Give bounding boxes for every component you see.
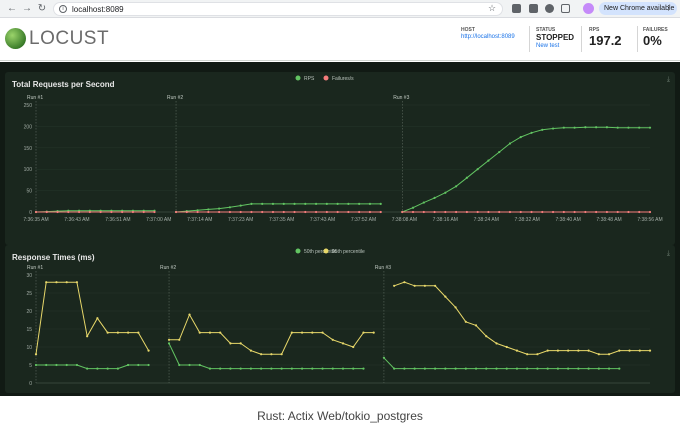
y-tick-label: 15 [26, 327, 32, 333]
x-tick-label: 7:38:08 AM [392, 217, 417, 223]
rps-stat: RPS 197.2 [589, 27, 622, 48]
y-tick-label: 100 [24, 167, 33, 173]
x-tick-label: 7:37:35 AM [269, 217, 294, 223]
y-tick-label: 250 [24, 103, 33, 109]
url-text: localhost:8089 [72, 5, 124, 14]
failures-stat: FAILURES 0% [643, 27, 668, 48]
host-stat: HOST http://localhost:8089 [461, 27, 515, 41]
y-tick-label: 20 [26, 309, 32, 315]
back-icon[interactable]: ← [6, 2, 18, 16]
series-line [175, 203, 381, 213]
host-link[interactable]: http://localhost:8089 [461, 33, 515, 41]
more-menu-icon[interactable]: ⋮ [665, 2, 672, 15]
run-label: Run #2 [160, 265, 176, 271]
run-label: Run #2 [167, 95, 183, 101]
x-tick-label: 7:37:43 AM [310, 217, 335, 223]
locust-header: LOCUST HOST http://localhost:8089 STATUS… [0, 18, 680, 61]
address-bar[interactable]: i localhost:8089 [53, 2, 503, 16]
failures-value: 0% [643, 33, 662, 48]
rps-chart: RPS Failures/s 0 50 100 150 200 250 7:36:35 AM 7:… [23, 75, 663, 223]
x-tick-label: 7:38:56 AM [637, 217, 662, 223]
reload-icon[interactable]: ↻ [36, 2, 48, 16]
rps-value: 197.2 [589, 33, 622, 48]
run-label: Run #3 [375, 265, 391, 271]
y-tick-label: 30 [26, 273, 32, 279]
legend-marker [323, 248, 329, 254]
locust-logo-icon [5, 28, 26, 49]
x-tick-label: 7:37:14 AM [187, 217, 212, 223]
profile-avatar[interactable] [583, 3, 594, 14]
x-tick-label: 7:38:40 AM [555, 217, 580, 223]
legend-marker [323, 75, 329, 81]
y-tick-label: 25 [26, 291, 32, 297]
series-line [402, 126, 650, 213]
legend-label: RPS [304, 76, 315, 82]
legend-label: Failures/s [332, 76, 354, 82]
run-label: Run #1 [27, 95, 43, 101]
extension-icon[interactable] [529, 4, 538, 13]
y-tick-label: 10 [26, 345, 32, 351]
legend-label: 95th percentile [332, 249, 365, 255]
extensions-puzzle-icon[interactable] [561, 4, 570, 13]
bookmark-star-icon[interactable]: ☆ [488, 2, 496, 14]
y-tick-label: 0 [29, 381, 32, 387]
x-tick-label: 7:37:52 AM [351, 217, 376, 223]
x-tick-label: 7:36:51 AM [105, 217, 130, 223]
run-label: Run #3 [393, 95, 409, 101]
extension-icon[interactable] [545, 4, 554, 13]
logo-text: LOCUST [29, 28, 110, 49]
y-tick-label: 200 [24, 124, 33, 130]
update-chrome-button[interactable]: New Chrome available ⋮ [599, 2, 677, 15]
site-info-icon[interactable]: i [59, 5, 67, 13]
update-chrome-label: New Chrome available [604, 5, 675, 12]
response-times-chart: 50th percentile95th percentile0510152025… [26, 248, 652, 387]
caption: Rust: Actix Web/tokio_postgres [257, 409, 423, 423]
new-test-link[interactable]: New test [536, 42, 574, 50]
x-tick-label: 7:38:16 AM [433, 217, 458, 223]
x-tick-label: 7:38:48 AM [596, 217, 621, 223]
series-line [36, 364, 149, 370]
run-label: Run #1 [27, 265, 43, 271]
x-tick-label: 7:37:00 AM [146, 217, 171, 223]
series-line [169, 313, 374, 355]
legend-marker [295, 248, 301, 254]
divider [581, 26, 582, 52]
x-tick-label: 7:37:23 AM [228, 217, 253, 223]
divider [529, 26, 530, 52]
x-tick-label: 7:38:32 AM [515, 217, 540, 223]
rps-chart-panel: Total Requests per Second ⤓ RPS Failures/… [5, 72, 675, 245]
x-tick-label: 7:36:43 AM [64, 217, 89, 223]
x-tick-label: 7:38:24 AM [474, 217, 499, 223]
y-tick-label: 5 [29, 363, 32, 369]
series-line [383, 357, 620, 370]
y-tick-label: 150 [24, 146, 33, 152]
browser-toolbar: ← → ↻ i localhost:8089 ☆ New Chrome avai… [0, 0, 680, 18]
dashboard-content: Total Requests per Second ⤓ RPS Failures/… [0, 62, 680, 396]
forward-icon[interactable]: → [21, 2, 33, 16]
status-stat: STATUS STOPPED New test [536, 27, 574, 50]
y-tick-label: 0 [29, 210, 32, 216]
extension-icon[interactable] [512, 4, 521, 13]
y-tick-label: 50 [26, 189, 32, 195]
status-value: STOPPED [536, 33, 575, 42]
divider [637, 26, 638, 52]
x-tick-label: 7:36:35 AM [23, 217, 48, 223]
response-times-chart-panel: Response Times (ms) ⤓ 50th percentile 95t… [5, 245, 675, 393]
legend-marker [295, 75, 301, 81]
